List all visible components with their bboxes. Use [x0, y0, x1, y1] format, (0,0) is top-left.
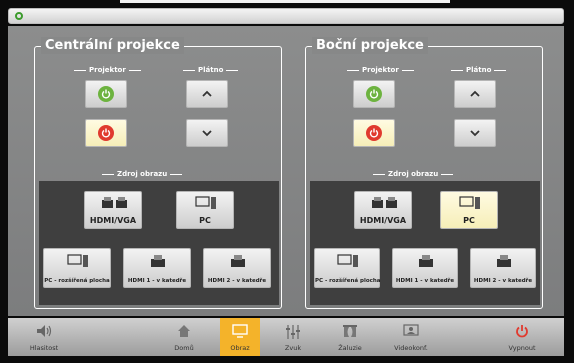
chevron-up-icon	[470, 90, 480, 97]
central-source-hdmi1[interactable]: HDMI 1 - v katedře	[123, 248, 191, 288]
central-screen-up-button[interactable]	[186, 80, 228, 108]
pc-icon	[67, 254, 88, 267]
side-projector-on-button[interactable]	[353, 80, 395, 108]
title-bar	[8, 8, 564, 24]
side-screen-label: Plátno	[448, 66, 509, 75]
side-source-hdmi2-label: HDMI 2 - v katedře	[473, 278, 533, 284]
side-screen-down-button[interactable]	[454, 119, 496, 147]
central-source-hdmi1-label: HDMI 1 - v katedře	[127, 278, 187, 284]
side-source-area: HDMI/VGA PC PC - rozšířená plocha HDMI 1…	[310, 181, 540, 305]
power-off-icon	[366, 125, 382, 141]
hdmi-vga-icon	[102, 197, 127, 208]
central-source-pc-extended-label: PC - rozšířená plocha	[44, 278, 110, 284]
power-icon	[516, 325, 528, 338]
hdmi-icon	[497, 255, 511, 267]
pc-icon	[195, 196, 216, 209]
side-source-pc-extended[interactable]: PC - rozšířená plocha	[314, 248, 381, 288]
nav-volume-label: Hlasitost	[29, 344, 59, 352]
nav-home[interactable]: Domů	[160, 318, 208, 356]
mixer-icon	[286, 325, 300, 339]
pc-icon	[459, 196, 480, 209]
central-source-pc[interactable]: PC	[176, 191, 234, 229]
hdmi-icon	[419, 255, 433, 267]
nav-image[interactable]: Obraz	[220, 318, 260, 356]
main-panel: Centrální projekce Projektor Plátno Zdro…	[8, 26, 564, 316]
side-source-hdmi-vga[interactable]: HDMI/VGA	[354, 191, 412, 229]
central-projection-group: Centrální projekce Projektor Plátno Zdro…	[34, 37, 282, 309]
nav-volume[interactable]: Hlasitost	[20, 318, 68, 356]
nav-sound[interactable]: Zvuk	[273, 318, 313, 356]
central-source-pc-label: PC	[199, 216, 211, 225]
side-projection-group: Boční projekce Projektor Plátno Zdroj ob…	[305, 37, 543, 309]
side-projector-label: Projektor	[344, 66, 417, 75]
refresh-icon[interactable]	[15, 12, 23, 20]
speaker-icon	[37, 325, 52, 337]
monitor-icon	[232, 324, 248, 338]
bottom-nav: Hlasitost Domů Obraz Zvuk Žaluzie Videok…	[8, 318, 564, 356]
side-source-pc-extended-label: PC - rozšířená plocha	[315, 278, 381, 284]
central-projector-on-button[interactable]	[85, 80, 127, 108]
nav-videoconf[interactable]: Videokonf.	[386, 318, 436, 356]
side-screen-up-button[interactable]	[454, 80, 496, 108]
central-source-hdmi-vga-label: HDMI/VGA	[89, 216, 137, 225]
nav-power-off[interactable]: Vypnout	[498, 318, 546, 356]
side-projection-title: Boční projekce	[312, 37, 428, 54]
central-source-hdmi2[interactable]: HDMI 2 - v katedře	[203, 248, 271, 288]
nav-image-label: Obraz	[230, 344, 250, 352]
side-source-hdmi2[interactable]: HDMI 2 - v katedře	[470, 248, 536, 288]
central-projector-label: Projektor	[71, 66, 144, 75]
side-source-hdmi1-label: HDMI 1 - v katedře	[395, 278, 455, 284]
central-source-hdmi-vga[interactable]: HDMI/VGA	[84, 191, 142, 229]
home-icon	[178, 325, 190, 337]
screen: Centrální projekce Projektor Plátno Zdro…	[0, 0, 574, 363]
central-source-pc-extended[interactable]: PC - rozšířená plocha	[43, 248, 111, 288]
hdmi-icon	[151, 255, 165, 267]
side-source-pc[interactable]: PC	[440, 191, 498, 229]
nav-power-off-label: Vypnout	[508, 344, 536, 352]
nav-blinds-label: Žaluzie	[338, 344, 362, 352]
side-source-label: Zdroj obrazu	[370, 170, 456, 179]
side-source-hdmi-vga-label: HDMI/VGA	[359, 216, 407, 225]
central-projector-off-button[interactable]	[85, 119, 127, 147]
top-strip	[120, 0, 450, 3]
chevron-down-icon	[470, 130, 480, 137]
pc-icon	[337, 254, 358, 267]
nav-videoconf-label: Videokonf.	[394, 344, 428, 352]
central-source-label: Zdroj obrazu	[99, 170, 185, 179]
side-projector-off-button[interactable]	[353, 119, 395, 147]
power-on-icon	[366, 86, 382, 102]
power-off-icon	[98, 125, 114, 141]
chevron-up-icon	[202, 90, 212, 97]
nav-home-label: Domů	[174, 344, 194, 352]
nav-sound-label: Zvuk	[284, 344, 302, 352]
videoconference-icon	[403, 324, 419, 336]
central-source-hdmi2-label: HDMI 2 - v katedře	[207, 278, 267, 284]
chevron-down-icon	[202, 130, 212, 137]
nav-blinds[interactable]: Žaluzie	[330, 318, 370, 356]
side-source-hdmi1[interactable]: HDMI 1 - v katedře	[392, 248, 458, 288]
blinds-icon	[343, 325, 357, 337]
central-source-area: HDMI/VGA PC PC - rozšířená plocha HDMI 1…	[39, 181, 279, 305]
hdmi-icon	[231, 255, 245, 267]
side-source-pc-label: PC	[463, 216, 475, 225]
central-screen-down-button[interactable]	[186, 119, 228, 147]
hdmi-vga-icon	[372, 197, 397, 208]
central-screen-label: Plátno	[180, 66, 241, 75]
power-on-icon	[98, 86, 114, 102]
central-projection-title: Centrální projekce	[41, 37, 184, 54]
